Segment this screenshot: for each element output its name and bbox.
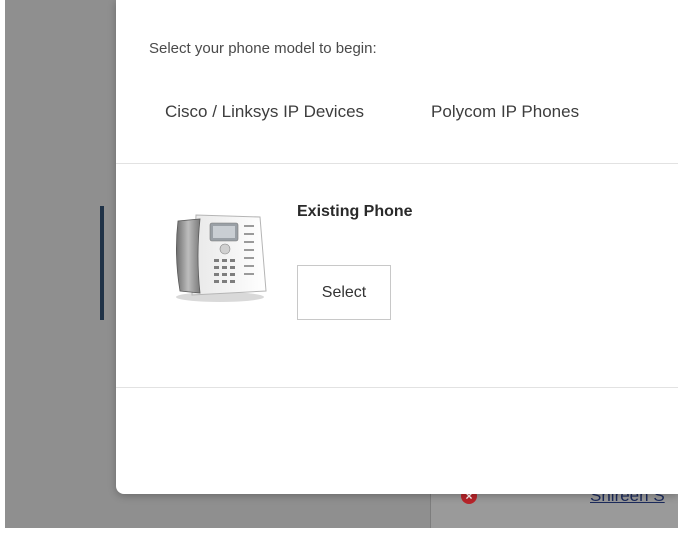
tab-polycom[interactable]: Polycom IP Phones <box>431 102 579 122</box>
overlay-bottom-edge <box>5 528 678 533</box>
select-existing-phone-button[interactable]: Select <box>297 265 391 320</box>
phone-option-title: Existing Phone <box>297 203 413 220</box>
overlay-left-edge <box>0 0 5 533</box>
intro-text: Select your phone model to begin: <box>149 40 377 57</box>
tab-cisco-linksys[interactable]: Cisco / Linksys IP Devices <box>165 102 364 122</box>
background-accent-bar <box>100 206 104 320</box>
desk-phone-icon <box>176 214 267 302</box>
phone-vendor-tabs: Cisco / Linksys IP Devices Polycom IP Ph… <box>165 102 579 122</box>
phone-setup-modal: Select your phone model to begin: Cisco … <box>116 0 678 494</box>
section-divider-bottom <box>116 387 678 388</box>
section-divider-top <box>116 163 678 164</box>
